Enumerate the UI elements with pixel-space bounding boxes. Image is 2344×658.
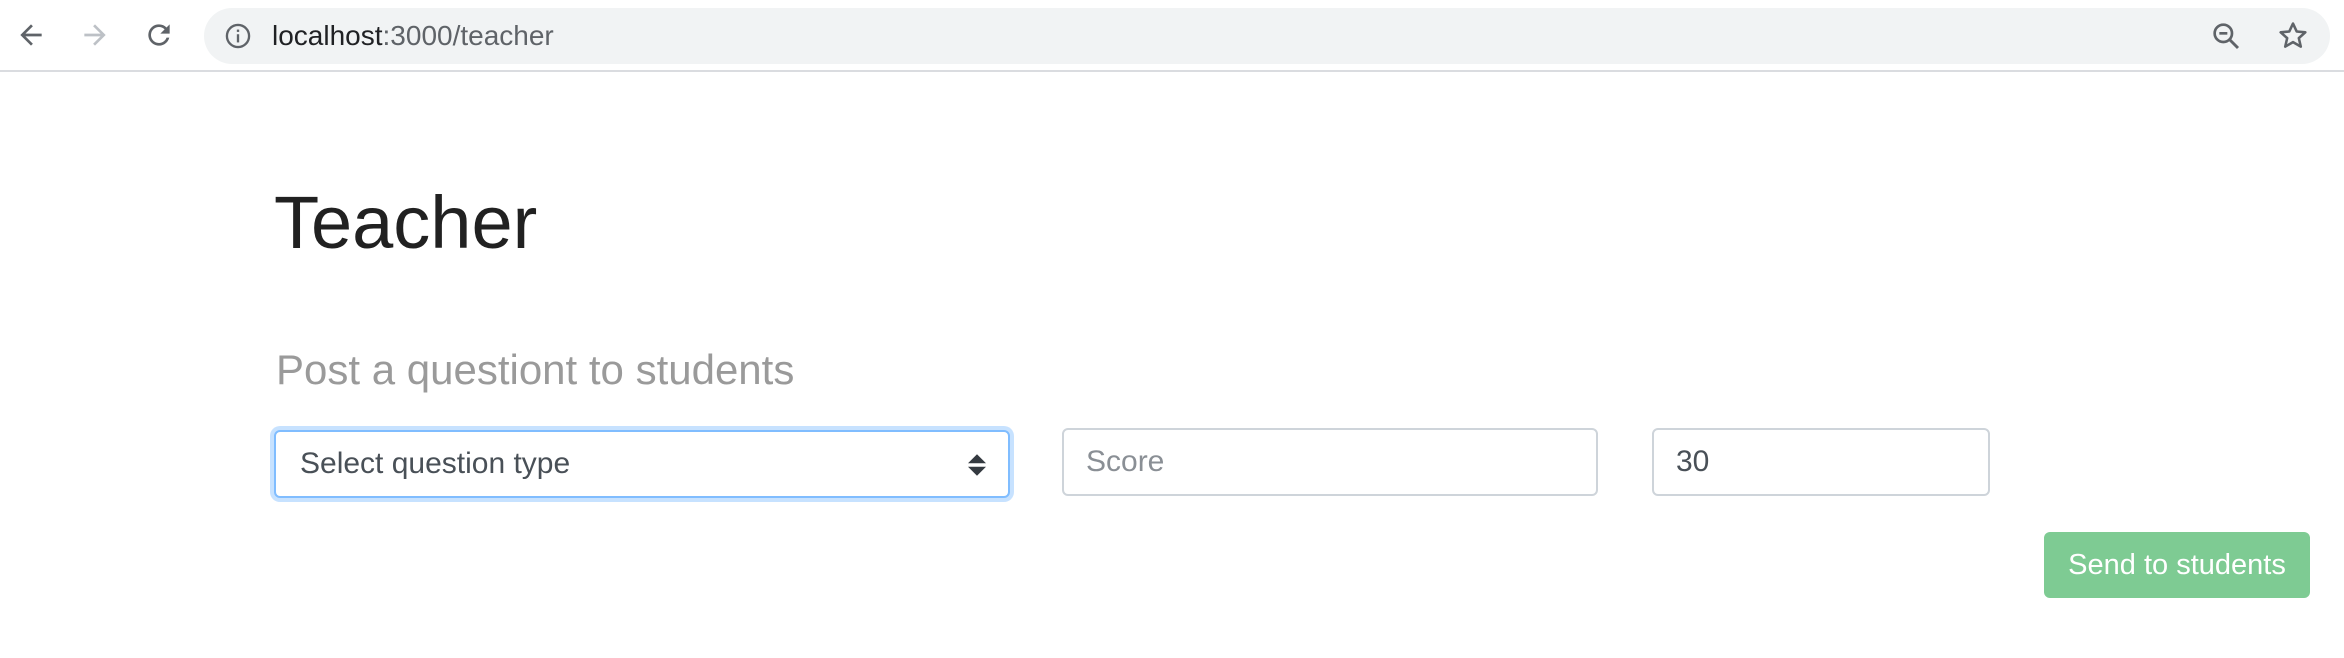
zoom-out-icon[interactable] bbox=[2210, 20, 2242, 52]
page-title: Teacher bbox=[274, 181, 538, 264]
send-to-students-button[interactable]: Send to students bbox=[2044, 532, 2310, 598]
reload-icon bbox=[148, 24, 170, 46]
url-text[interactable]: localhost:3000/teacher bbox=[272, 8, 554, 64]
forward-button[interactable] bbox=[74, 14, 116, 56]
value-input[interactable] bbox=[1652, 428, 1990, 496]
address-bar[interactable]: localhost:3000/teacher bbox=[204, 8, 2330, 64]
browser-toolbar: localhost:3000/teacher bbox=[0, 0, 2344, 72]
star-icon[interactable] bbox=[2276, 19, 2310, 53]
section-heading: Post a questiont to students bbox=[276, 346, 795, 393]
info-icon[interactable] bbox=[224, 22, 252, 50]
question-type-selected-value: Select question type bbox=[300, 447, 571, 480]
url-host: localhost bbox=[272, 20, 383, 51]
url-path: :3000/teacher bbox=[382, 20, 554, 51]
arrow-right-icon bbox=[84, 24, 106, 46]
back-button[interactable] bbox=[10, 14, 52, 56]
arrow-left-icon bbox=[20, 24, 42, 46]
score-input[interactable] bbox=[1062, 428, 1598, 496]
reload-button[interactable] bbox=[138, 14, 180, 56]
select-arrows-icon bbox=[968, 454, 986, 476]
question-type-select[interactable]: Select question type bbox=[274, 430, 1010, 498]
